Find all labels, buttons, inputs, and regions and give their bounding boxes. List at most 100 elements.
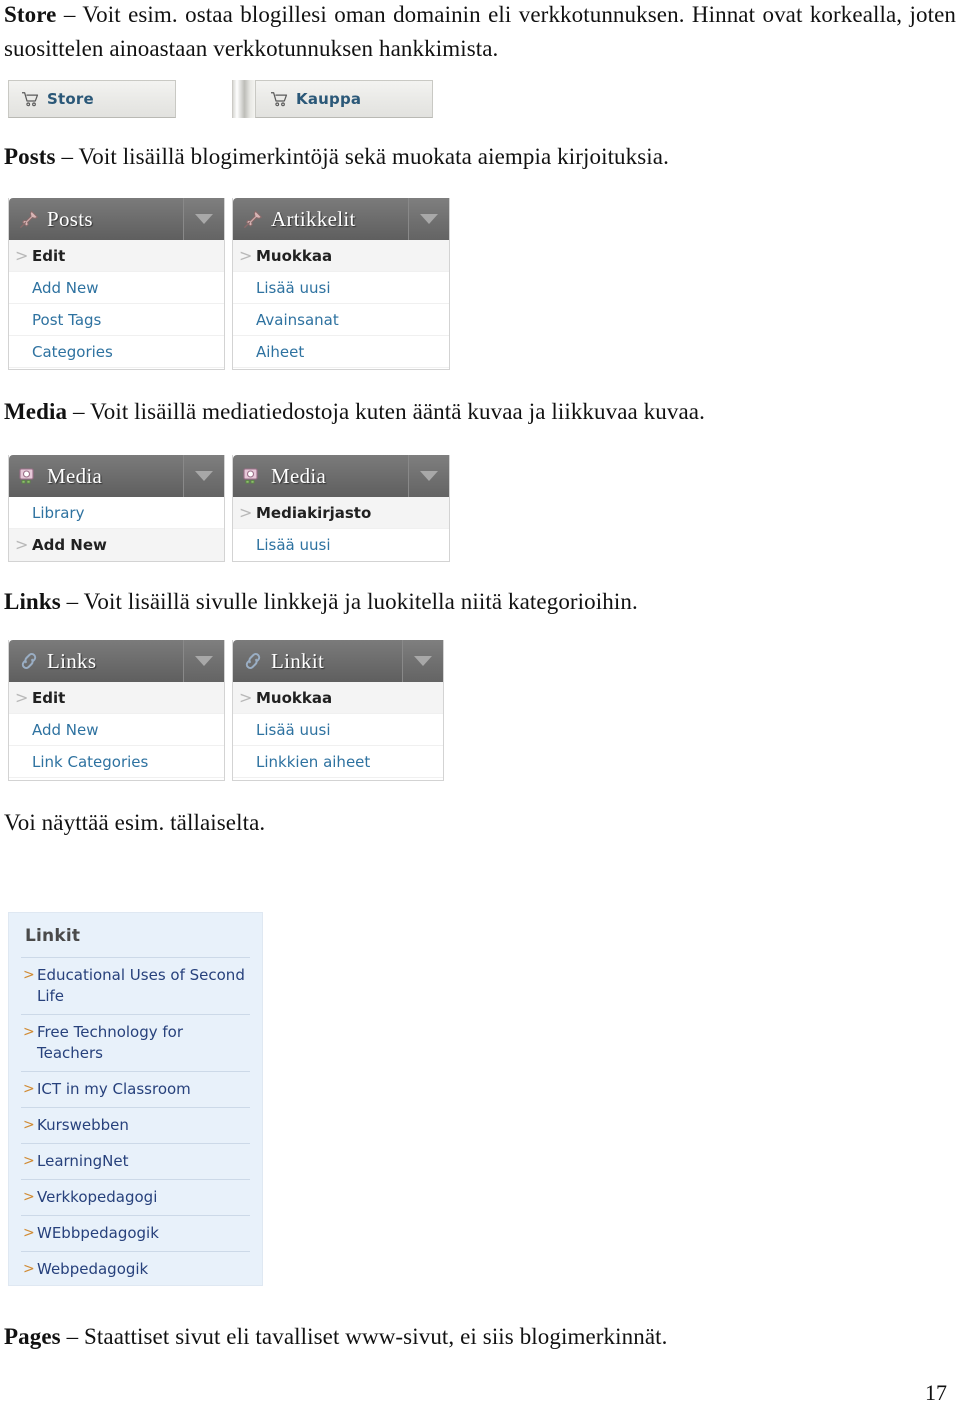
paragraph-links-lead: Links <box>4 589 61 614</box>
admin-menu-media-english[interactable]: Media Library Add New <box>8 455 225 562</box>
menu-item-aiheet[interactable]: Aiheet <box>233 336 449 368</box>
list-item[interactable]: Kurswebben <box>21 1107 250 1143</box>
link-icon <box>21 653 37 669</box>
paragraph-media-lead: Media <box>4 399 68 424</box>
list-item[interactable]: WEbbpedagogik <box>21 1215 250 1251</box>
menu-item-lisaa-uusi[interactable]: Lisää uusi <box>233 714 443 746</box>
chevron-down-icon[interactable] <box>408 455 449 497</box>
list-item[interactable]: Educational Uses of Second Life <box>21 957 250 1014</box>
admin-menu-posts-finnish-header[interactable]: Artikkelit <box>233 198 449 240</box>
shopping-cart-icon <box>22 92 39 107</box>
list-item[interactable]: ICT in my Classroom <box>21 1071 250 1107</box>
paragraph-links-text: Voit lisäillä sivulle linkkejä ja luokit… <box>83 589 638 614</box>
menu-item-label: Link Categories <box>32 752 149 771</box>
menu-item-label: Add New <box>32 536 107 554</box>
admin-menu-links-finnish-header[interactable]: Linkit <box>233 640 443 682</box>
admin-menu-links-finnish[interactable]: Linkit Muokkaa Lisää uusi Linkkien aihee… <box>232 640 444 781</box>
store-tile-finnish[interactable]: Kauppa <box>255 80 433 118</box>
menu-item-label: Muokkaa <box>256 246 333 265</box>
admin-menu-posts-english-title: Posts <box>47 206 93 231</box>
list-item[interactable]: LearningNet <box>21 1143 250 1179</box>
linkit-widget-title: Linkit <box>25 926 81 946</box>
paragraph-pages: Pages – Staattiset sivut eli tavalliset … <box>4 1320 944 1354</box>
link-label: Free Technology for Teachers <box>37 1023 184 1062</box>
list-item[interactable]: Verkkopedagogi <box>21 1179 250 1215</box>
menu-item-add-new[interactable]: Add New <box>9 272 224 304</box>
menu-item-label: Categories <box>32 342 113 361</box>
menu-item-label: Library <box>32 503 85 522</box>
menu-item-link-categories[interactable]: Link Categories <box>9 746 224 778</box>
admin-menu-links-finnish-title: Linkit <box>271 648 325 673</box>
paragraph-posts-lead: Posts <box>4 144 56 169</box>
menu-item-label: Lisää uusi <box>256 536 331 554</box>
menu-item-edit[interactable]: Edit <box>9 682 224 714</box>
list-item[interactable]: Free Technology for Teachers <box>21 1014 250 1071</box>
menu-item-label: Edit <box>32 246 66 265</box>
paragraph-links: Links – Voit lisäillä sivulle linkkejä j… <box>4 585 944 619</box>
paragraph-example: Voi näyttää esim. tällaiselta. <box>4 806 944 840</box>
paragraph-pages-lead: Pages <box>4 1324 61 1349</box>
menu-item-label: Aiheet <box>256 342 305 361</box>
pushpin-icon <box>244 210 263 228</box>
kauppa-tile-gutter <box>232 80 256 118</box>
menu-item-lisaa-uusi[interactable]: Lisää uusi <box>233 529 449 561</box>
admin-menu-posts-english-header[interactable]: Posts <box>9 198 224 240</box>
camera-icon <box>19 468 34 484</box>
menu-item-label: Post Tags <box>32 310 102 329</box>
link-label: Webpedagogik <box>37 1260 149 1278</box>
admin-menu-media-finnish[interactable]: Media Mediakirjasto Lisää uusi <box>232 455 450 562</box>
menu-item-label: Mediakirjasto <box>256 503 372 522</box>
menu-item-label: Avainsanat <box>256 310 339 329</box>
paragraph-links-dash: – <box>60 589 84 614</box>
admin-menu-links-english[interactable]: Links Edit Add New Link Categories <box>8 640 225 781</box>
menu-item-linkkien-aiheet[interactable]: Linkkien aiheet <box>233 746 443 778</box>
link-icon <box>245 653 261 669</box>
linkit-widget: Linkit Educational Uses of Second Life F… <box>8 912 263 1286</box>
admin-menu-media-english-title: Media <box>47 463 103 488</box>
menu-item-library[interactable]: Library <box>9 497 224 529</box>
paragraph-store-lead: Store <box>4 2 57 27</box>
chevron-down-icon[interactable] <box>183 640 224 682</box>
menu-item-label: Add New <box>32 720 99 739</box>
menu-item-add-new[interactable]: Add New <box>9 714 224 746</box>
page-number: 17 <box>925 1380 947 1405</box>
menu-item-label: Edit <box>32 688 66 707</box>
paragraph-media-dash: – <box>67 399 90 424</box>
link-label: ICT in my Classroom <box>37 1080 191 1098</box>
menu-item-categories[interactable]: Categories <box>9 336 224 368</box>
link-label: Verkkopedagogi <box>37 1188 158 1206</box>
admin-menu-posts-english[interactable]: Posts Edit Add New Post Tags Categories <box>8 198 225 370</box>
link-label: Kurswebben <box>37 1116 129 1134</box>
link-label: Educational Uses of Second Life <box>37 966 245 1005</box>
menu-item-muokkaa[interactable]: Muokkaa <box>233 682 443 714</box>
menu-item-label: Linkkien aiheet <box>256 752 371 771</box>
linkit-widget-list: Educational Uses of Second Life Free Tec… <box>21 957 250 1287</box>
paragraph-posts-dash: – <box>55 144 79 169</box>
paragraph-store-dash: – <box>56 2 83 27</box>
menu-item-post-tags[interactable]: Post Tags <box>9 304 224 336</box>
menu-item-label: Muokkaa <box>256 688 333 707</box>
menu-item-lisaa-uusi[interactable]: Lisää uusi <box>233 272 449 304</box>
store-tile-english-label: Store <box>47 90 94 108</box>
menu-item-edit[interactable]: Edit <box>9 240 224 272</box>
admin-menu-media-finnish-title: Media <box>271 463 327 488</box>
menu-item-add-new[interactable]: Add New <box>9 529 224 561</box>
chevron-down-icon[interactable] <box>408 198 449 240</box>
chevron-down-icon[interactable] <box>183 455 224 497</box>
link-label: WEbbpedagogik <box>37 1224 159 1242</box>
admin-menu-media-finnish-header[interactable]: Media <box>233 455 449 497</box>
store-tile-finnish-label: Kauppa <box>296 90 362 108</box>
paragraph-example-text: Voi näyttää esim. tällaiselta. <box>4 810 266 835</box>
paragraph-media: Media – Voit lisäillä mediatiedostoja ku… <box>4 395 944 429</box>
chevron-down-icon[interactable] <box>183 198 224 240</box>
admin-menu-links-english-title: Links <box>47 648 97 673</box>
admin-menu-media-english-header[interactable]: Media <box>9 455 224 497</box>
menu-item-avainsanat[interactable]: Avainsanat <box>233 304 449 336</box>
list-item[interactable]: Webpedagogik <box>21 1251 250 1287</box>
menu-item-muokkaa[interactable]: Muokkaa <box>233 240 449 272</box>
chevron-down-icon[interactable] <box>402 640 443 682</box>
admin-menu-links-english-header[interactable]: Links <box>9 640 224 682</box>
store-tile-english[interactable]: Store <box>8 80 176 118</box>
admin-menu-posts-finnish[interactable]: Artikkelit Muokkaa Lisää uusi Avainsanat… <box>232 198 450 370</box>
menu-item-mediakirjasto[interactable]: Mediakirjasto <box>233 497 449 529</box>
